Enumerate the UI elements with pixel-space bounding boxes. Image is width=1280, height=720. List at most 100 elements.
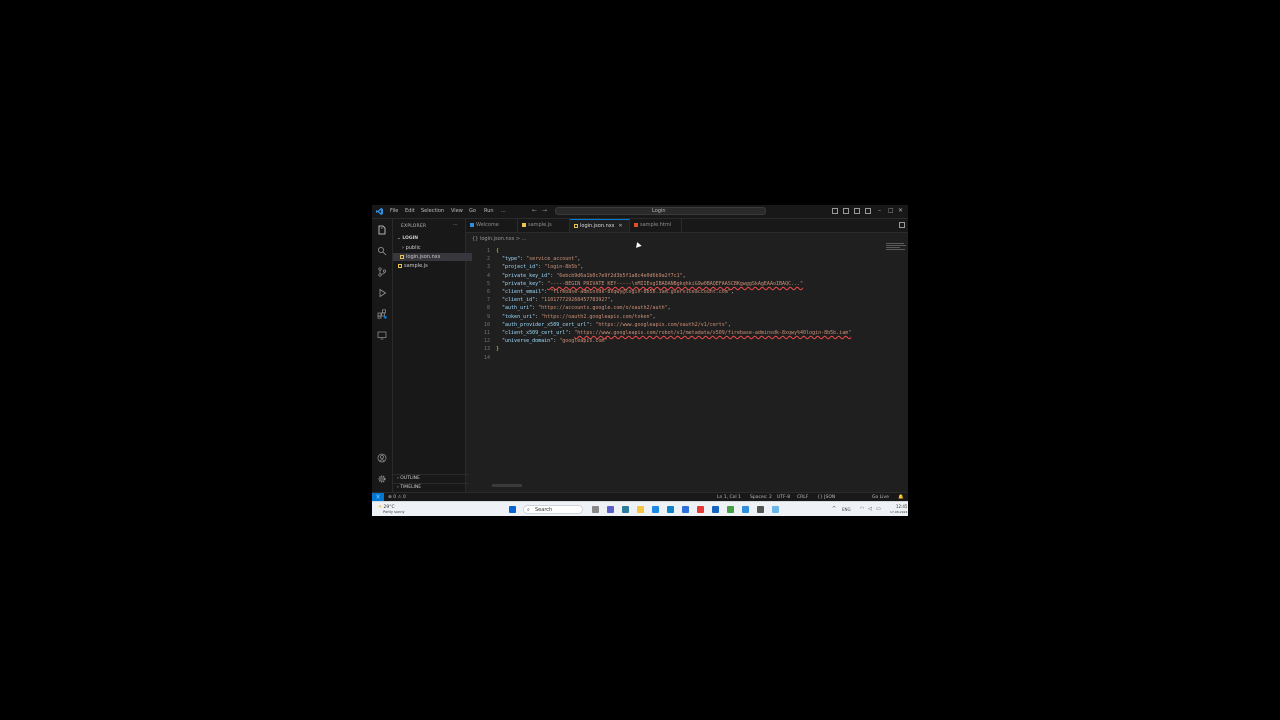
code-line[interactable]: "auth_uri": "https://accounts.google.com… (496, 304, 671, 312)
code-token: "client_email" (496, 289, 545, 295)
vscode-taskbar-icon[interactable] (742, 506, 749, 513)
code-line[interactable]: "type": "service_account", (496, 255, 580, 263)
code-line[interactable]: } (496, 345, 499, 353)
extensions-icon[interactable] (377, 309, 387, 319)
chrome-icon[interactable] (727, 506, 734, 513)
tab-welcome[interactable]: Welcome (466, 219, 518, 232)
breadcrumb[interactable]: {} login.json.nxs > ... (472, 236, 526, 242)
code-line[interactable]: "private_key": "-----BEGIN PRIVATE KEY--… (496, 280, 803, 288)
nav-forward-button[interactable]: → (542, 207, 547, 215)
js-file-icon (398, 263, 402, 268)
source-control-icon[interactable] (377, 267, 387, 277)
app-red-icon[interactable] (697, 506, 704, 513)
weather-widget[interactable]: ☀ 29°C Partly sunny (378, 505, 405, 515)
toggle-sidebar-icon[interactable] (832, 208, 838, 214)
editor-tab-bar: Welcome sample.js login.json.nxs ✕ sample… (466, 219, 908, 233)
code-token: , (730, 289, 734, 295)
explorer-sidebar: EXPLORER ··· ⌄ LOGIN › public login.json… (393, 219, 472, 492)
menu-selection[interactable]: Selection (421, 208, 444, 215)
line-number: 11 (483, 330, 490, 336)
remote-explorer-icon[interactable] (377, 330, 387, 340)
code-token: , (580, 264, 584, 271)
tab-label: Welcome (476, 222, 499, 228)
code-line[interactable]: { (496, 247, 499, 255)
menu-view[interactable]: View (451, 208, 463, 215)
code-line[interactable]: "client_id": "110177729268457783927", (496, 296, 613, 304)
toggle-panel-icon[interactable] (843, 208, 849, 214)
menu-file[interactable]: File (390, 208, 398, 215)
volume-icon[interactable]: ◁ (868, 506, 872, 513)
code-token: "type" (496, 256, 521, 263)
menu-run[interactable]: Run (484, 208, 494, 215)
command-center[interactable]: Login (555, 207, 766, 215)
code-token: "https://www.googleapis.com/oauth2/v1/ce… (595, 321, 728, 328)
tree-item-sample-js[interactable]: sample.js (393, 262, 470, 270)
close-tab-icon[interactable]: ✕ (618, 223, 622, 229)
store-icon[interactable] (667, 506, 674, 513)
outline-section[interactable]: › OUTLINE (393, 474, 469, 483)
minimize-button[interactable]: – (878, 206, 881, 215)
toggle-secondary-sidebar-icon[interactable] (854, 208, 860, 214)
code-editor[interactable]: 1 {2 "type": "service_account", 3 "project… (466, 243, 886, 488)
line-number: 9 (486, 313, 490, 320)
customize-layout-icon[interactable] (865, 208, 871, 214)
app-light-icon[interactable] (772, 506, 779, 513)
close-window-button[interactable]: ✕ (898, 206, 903, 215)
explorer-more-actions-button[interactable]: ··· (453, 222, 458, 228)
app-dark-icon[interactable] (757, 506, 764, 513)
search-icon[interactable] (377, 246, 387, 256)
windows-taskbar: ☀ 29°C Partly sunny ⌕ Search ^ ENG ◠ ◁ ▭ … (372, 501, 908, 516)
code-line[interactable]: "project_id": "login-8b5b", (496, 263, 583, 271)
run-debug-icon[interactable] (377, 288, 387, 298)
app-icon[interactable] (682, 506, 689, 513)
tree-item-label: login.json.nxs (406, 254, 441, 260)
js-file-icon (522, 222, 526, 227)
code-token: "firebase-adminsdk-8xqwy@login-8b5b.iam.… (550, 289, 731, 295)
teams-icon[interactable] (607, 506, 614, 513)
timeline-section[interactable]: › TIMELINE (393, 483, 469, 492)
split-editor-icon[interactable] (899, 222, 905, 228)
windows-start-icon[interactable] (509, 506, 516, 513)
language-indicator[interactable]: ENG (842, 506, 851, 513)
menu-more[interactable]: ... (501, 208, 506, 215)
mail-icon[interactable] (652, 506, 659, 513)
wifi-icon[interactable]: ◠ (860, 506, 864, 513)
file-explorer-icon[interactable] (637, 506, 644, 513)
code-token: "https://oauth2.googleapis.com/token" (541, 313, 653, 320)
code-token: "110177729268457783927" (541, 297, 611, 304)
code-line[interactable]: "universe_domain": "googleapis.com" (496, 337, 607, 345)
app-blue-icon[interactable] (712, 506, 719, 513)
tab-sample-js[interactable]: sample.js (518, 219, 570, 232)
minimap[interactable] (886, 243, 908, 253)
menu-edit[interactable]: Edit (405, 208, 415, 215)
code-line[interactable]: "auth_provider_x509_cert_url": "https://… (496, 321, 731, 329)
code-line[interactable]: "client_x509_cert_url": "https://www.goo… (496, 329, 851, 337)
code-line[interactable]: "client_email": "firebase-adminsdk-8xqwy… (496, 288, 734, 296)
tab-sample-html[interactable]: sample.html (630, 219, 682, 232)
tab-login-json[interactable]: login.json.nxs ✕ (570, 219, 630, 232)
task-view-icon[interactable] (592, 506, 599, 513)
tree-item-public[interactable]: › public (393, 244, 474, 252)
horizontal-scrollbar[interactable] (492, 484, 522, 487)
code-token: "googleapis.com" (559, 338, 608, 345)
title-bar: File Edit Selection View Go Run ... ← → … (372, 205, 908, 219)
code-line[interactable]: "token_uri": "https://oauth2.googleapis.… (496, 313, 656, 321)
maximize-button[interactable]: □ (888, 206, 894, 215)
tray-chevron-icon[interactable]: ^ (832, 506, 836, 513)
tree-item-login-json[interactable]: login.json.nxs (393, 253, 472, 261)
settings-gear-icon[interactable] (377, 474, 387, 484)
nav-back-button[interactable]: ← (532, 207, 537, 215)
workspace-root-folder[interactable]: ⌄ LOGIN (393, 235, 469, 243)
code-token: "client_id" (496, 297, 536, 304)
taskbar-search-label: Search (535, 507, 553, 513)
taskbar-clock[interactable]: 12:45 17-08-2024 (890, 504, 907, 515)
menu-go[interactable]: Go (469, 208, 476, 215)
taskbar-search-box[interactable]: ⌕ Search (523, 505, 583, 514)
code-line[interactable]: "private_key_id": "6ebcb9d6a1b0c7e9f2d3b… (496, 272, 686, 280)
workspace-root-label: LOGIN (402, 236, 419, 241)
edge-browser-icon[interactable] (622, 506, 629, 513)
battery-icon[interactable]: ▭ (876, 506, 881, 513)
explorer-icon[interactable] (377, 225, 387, 235)
json-file-icon (400, 254, 404, 259)
accounts-icon[interactable] (377, 453, 387, 463)
